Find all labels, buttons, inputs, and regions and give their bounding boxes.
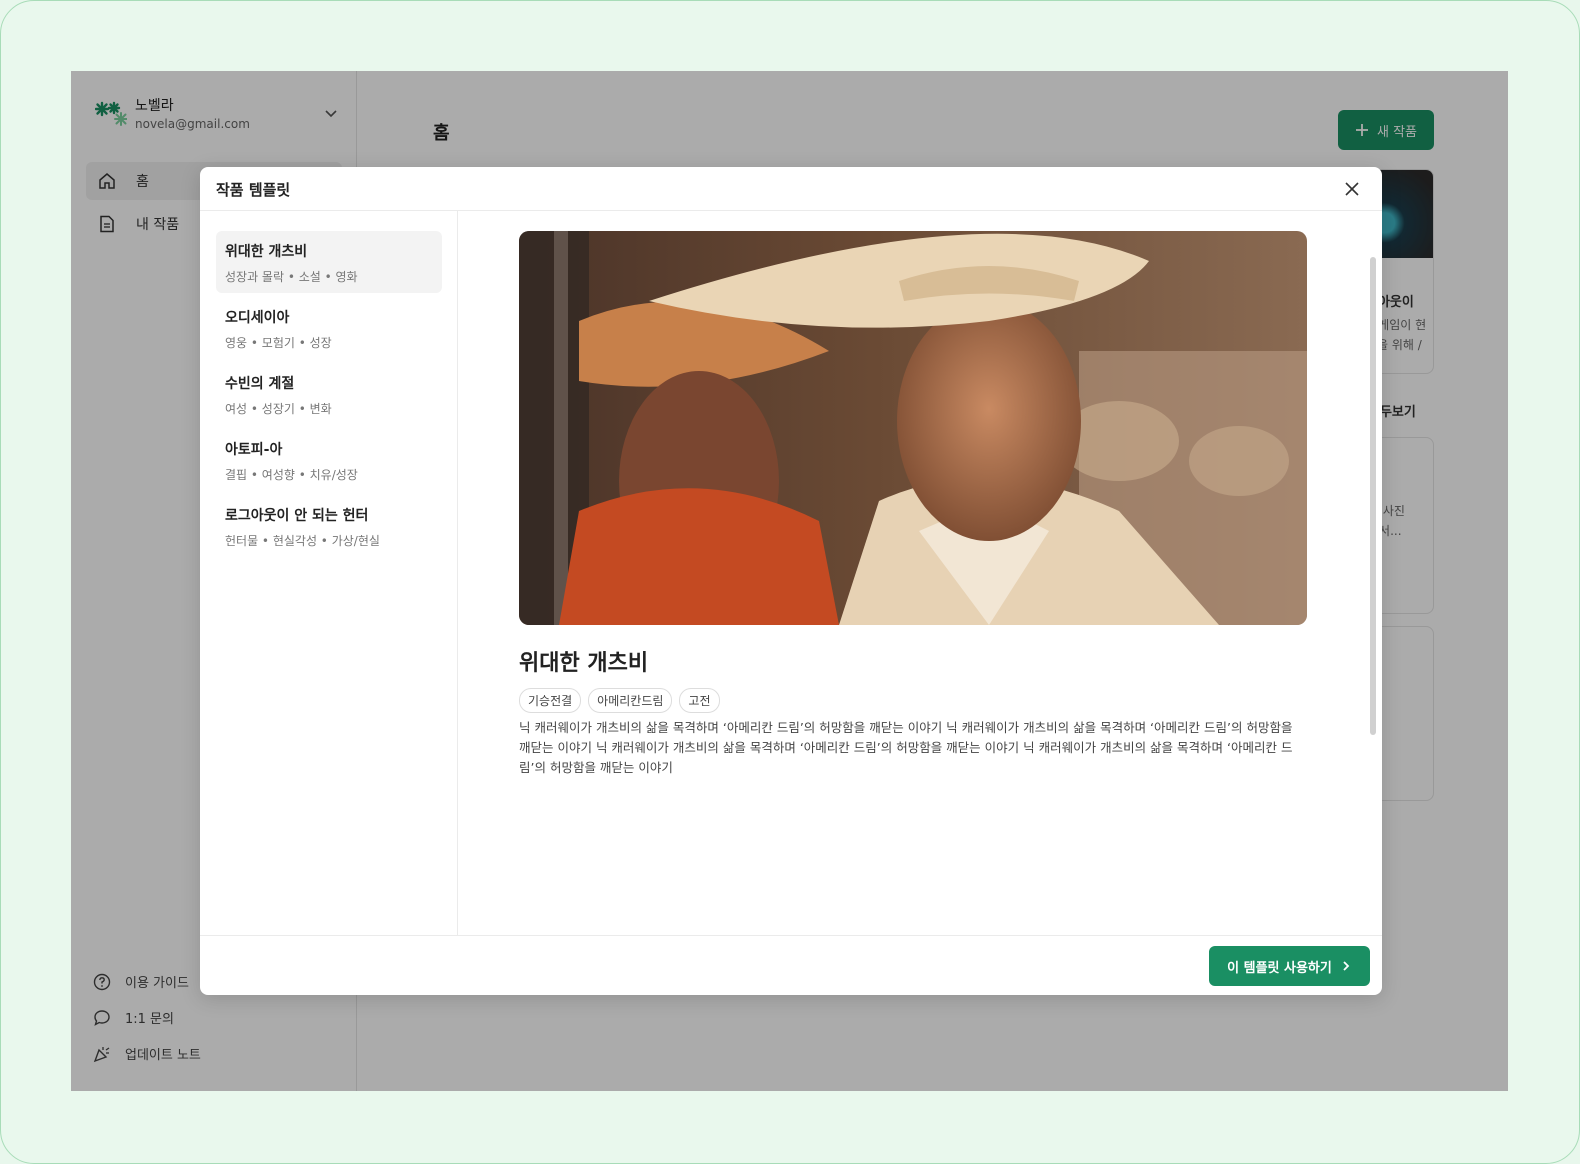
close-icon[interactable] [1342,179,1362,199]
tag-chip: 기승전결 [519,688,582,713]
template-detail-title: 위대한 개츠비 [519,651,649,676]
template-name: 아토피-아 [225,442,283,458]
template-item[interactable]: 오디세이아 영웅 • 모험기 • 성장 [216,297,442,359]
use-template-button[interactable]: 이 템플릿 사용하기 [1209,946,1370,986]
modal-title: 작품 템플릿 [216,181,291,199]
modal-footer: 이 템플릿 사용하기 [200,935,1382,995]
template-item[interactable]: 수빈의 계절 여성 • 성장기 • 변화 [216,363,442,425]
template-name: 로그아웃이 안 되는 헌터 [225,508,369,524]
template-item[interactable]: 아토피-아 결핍 • 여성향 • 치유/성장 [216,429,442,491]
chevron-right-icon [1343,961,1350,971]
template-name: 수빈의 계절 [225,376,295,392]
template-item[interactable]: 로그아웃이 안 되는 헌터 헌터물 • 현실각성 • 가상/현실 [216,495,442,557]
template-name: 위대한 개츠비 [225,244,308,260]
template-cover-image [519,231,1307,625]
scrollbar[interactable] [1370,257,1376,735]
template-detail: 위대한 개츠비 기승전결 아메리칸드림 고전 닉 캐러웨이가 개츠비의 삶을 목… [458,211,1382,935]
use-template-label: 이 템플릿 사용하기 [1227,960,1332,976]
template-list: 위대한 개츠비 성장과 몰락 • 소설 • 영화 오디세이아 영웅 • 모험기 … [200,211,458,935]
template-tags: 영웅 • 모험기 • 성장 [225,336,332,350]
template-name: 오디세이아 [225,310,290,326]
template-tags: 성장과 몰락 • 소설 • 영화 [225,270,358,284]
template-tags: 헌터물 • 현실각성 • 가상/현실 [225,534,380,548]
template-item[interactable]: 위대한 개츠비 성장과 몰락 • 소설 • 영화 [216,231,442,293]
template-tags: 여성 • 성장기 • 변화 [225,402,332,416]
template-modal: 작품 템플릿 위대한 개츠비 성장과 몰락 • 소설 • 영화 오디세이아 영웅… [200,167,1382,995]
tag-chip: 고전 [679,688,720,713]
template-chips: 기승전결 아메리칸드림 고전 [519,688,720,713]
modal-header: 작품 템플릿 [200,167,1382,211]
tag-chip: 아메리칸드림 [588,688,673,713]
template-tags: 결핍 • 여성향 • 치유/성장 [225,468,358,482]
template-description: 닉 캐러웨이가 개츠비의 삶을 목격하며 ‘아메리칸 드림’의 허망함을 깨닫는… [519,720,1293,775]
